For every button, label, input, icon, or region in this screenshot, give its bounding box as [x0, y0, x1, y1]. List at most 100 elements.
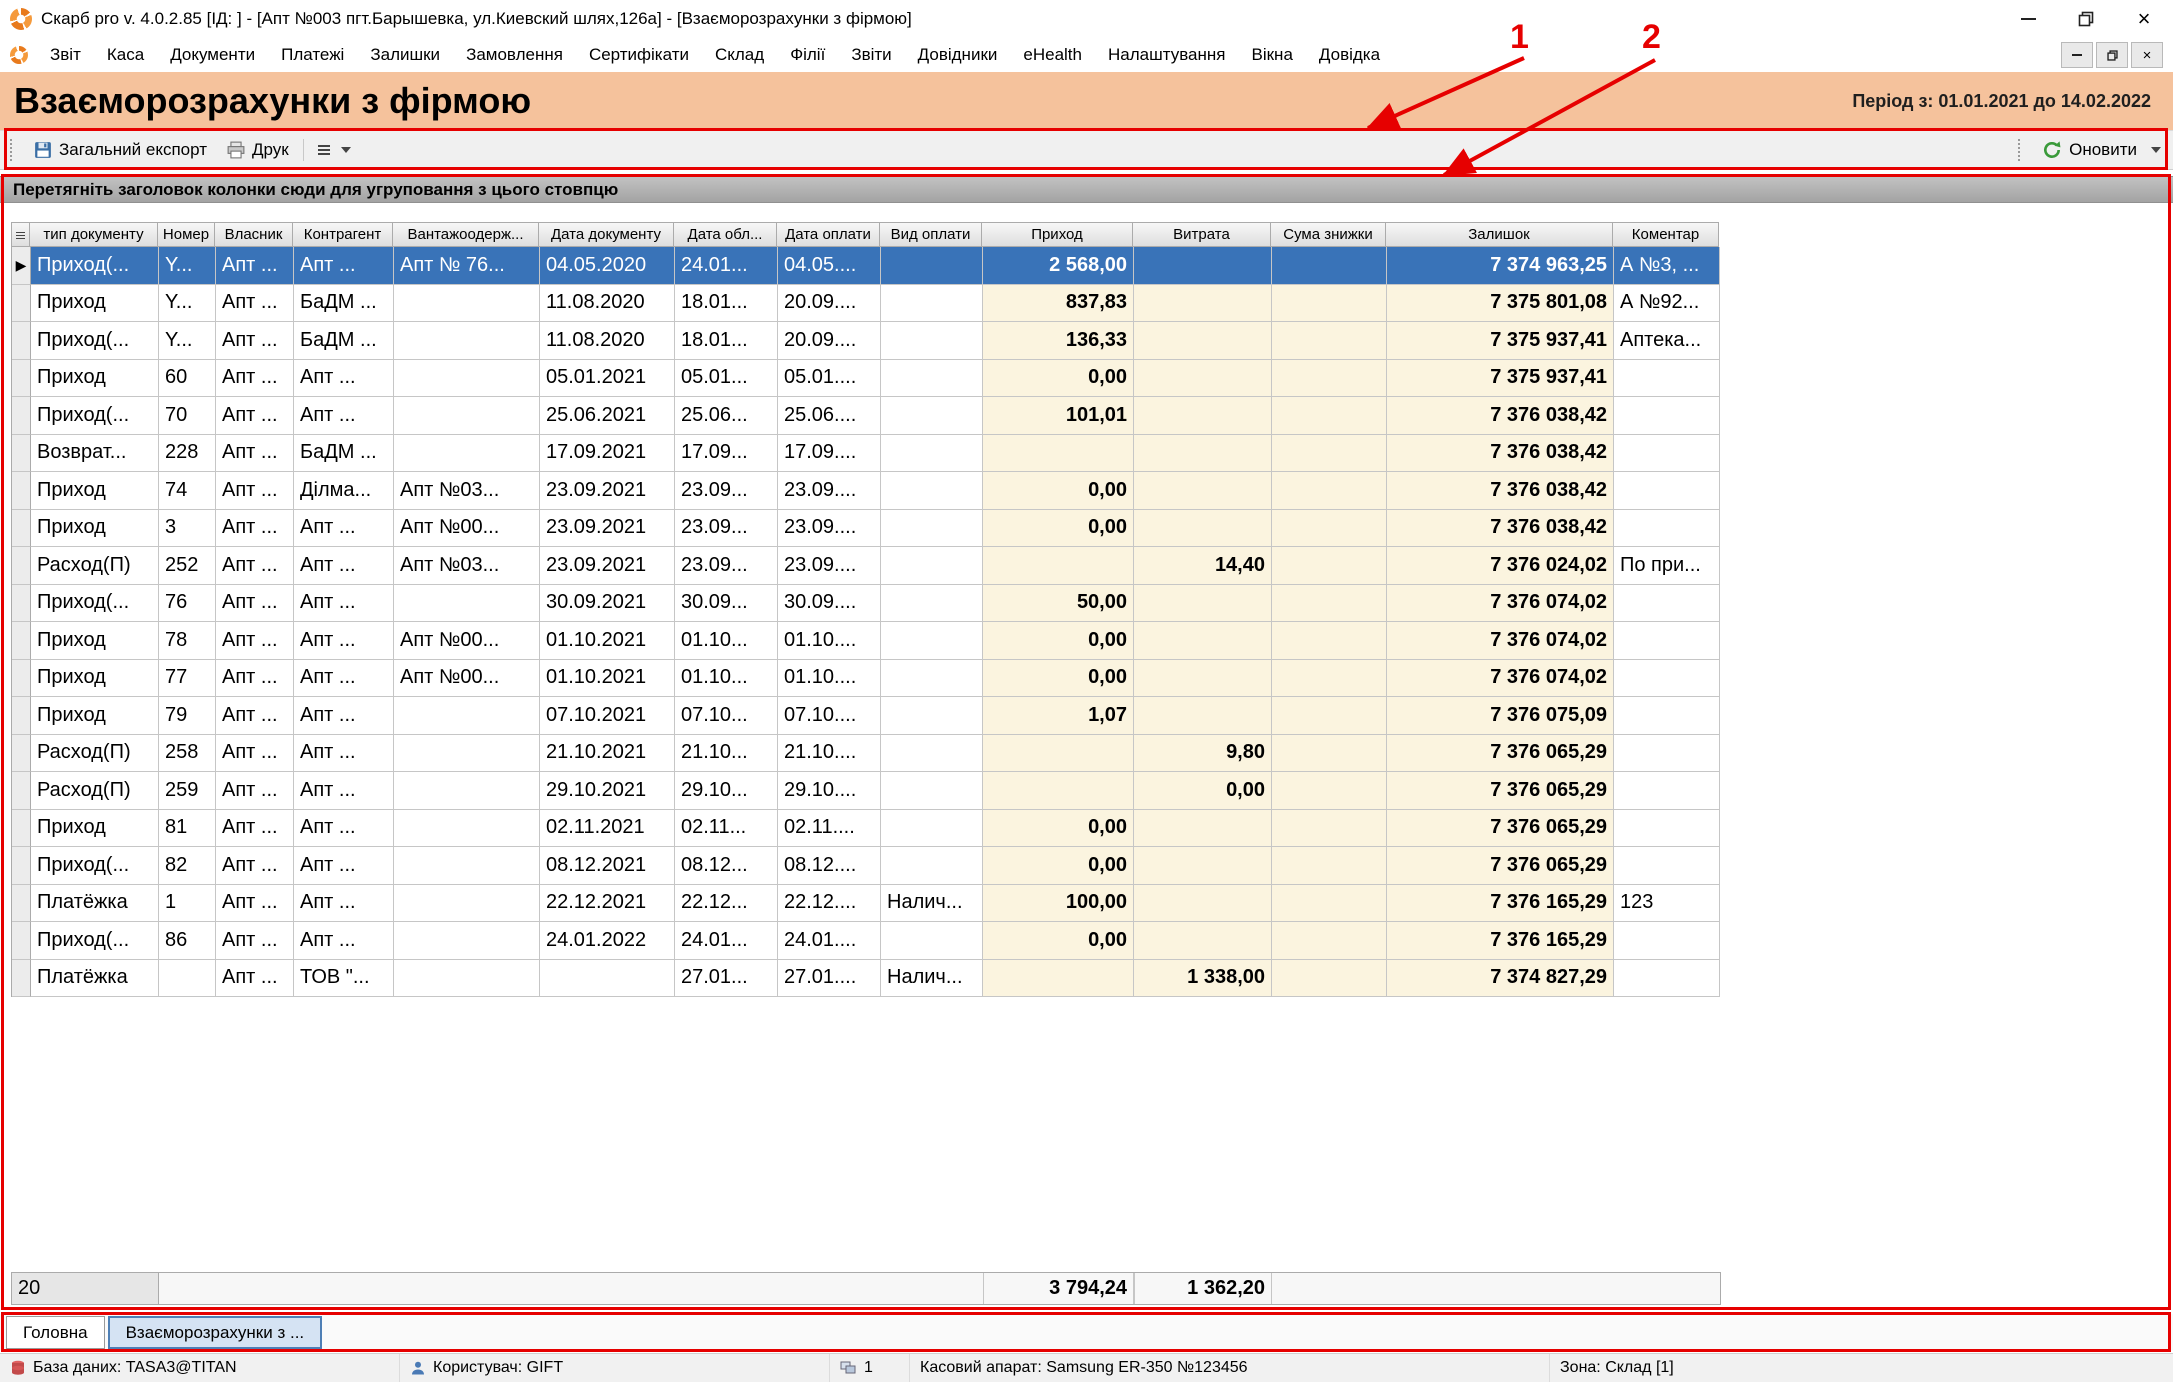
grid-cell[interactable]: Приход(...	[31, 922, 159, 960]
table-row[interactable]: Приход(...70Апт ...Апт ...25.06.202125.0…	[12, 397, 1720, 435]
row-indicator[interactable]	[12, 960, 31, 998]
grid-cell[interactable]: Приход	[31, 360, 159, 398]
grid-cell[interactable]: 29.10.2021	[540, 772, 675, 810]
grid-cell[interactable]: 22.12...	[675, 885, 778, 923]
menu-item[interactable]: Філії	[777, 38, 838, 72]
grid-cell[interactable]	[1134, 435, 1272, 473]
grid-cell[interactable]: Апт ...	[294, 735, 394, 773]
grid-cell[interactable]: 81	[159, 810, 216, 848]
grid-cell[interactable]: Апт ...	[294, 585, 394, 623]
grid-cell[interactable]	[1134, 247, 1272, 285]
grid-cell[interactable]: Апт ...	[216, 922, 294, 960]
grid-cell[interactable]	[881, 247, 983, 285]
grid-cell[interactable]: Приход	[31, 622, 159, 660]
grid-cell[interactable]: 0,00	[983, 360, 1134, 398]
row-indicator[interactable]	[12, 547, 31, 585]
grid-cell[interactable]: Расход(П)	[31, 547, 159, 585]
grid-cell[interactable]	[1272, 322, 1387, 360]
grid-cell[interactable]: ТОВ "...	[294, 960, 394, 998]
grid-cell[interactable]: 05.01.2021	[540, 360, 675, 398]
grid-cell[interactable]: Возврат...	[31, 435, 159, 473]
grid-cell[interactable]: Апт ...	[216, 960, 294, 998]
grid-cell[interactable]	[881, 810, 983, 848]
grid-cell[interactable]: Апт ...	[216, 285, 294, 323]
grid-cell[interactable]	[881, 360, 983, 398]
grid-cell[interactable]	[881, 472, 983, 510]
grid-cell[interactable]	[394, 847, 540, 885]
grid-cell[interactable]	[1134, 885, 1272, 923]
grid-cell[interactable]	[394, 735, 540, 773]
menu-item[interactable]: Замовлення	[453, 38, 576, 72]
grid-cell[interactable]: БаДМ ...	[294, 285, 394, 323]
grid-cell[interactable]	[1614, 622, 1720, 660]
grid-cell[interactable]: Приход	[31, 285, 159, 323]
grid-cell[interactable]: 7 375 937,41	[1387, 322, 1614, 360]
grid-cell[interactable]	[1134, 660, 1272, 698]
grid-cell[interactable]: Апт №00...	[394, 622, 540, 660]
column-chooser-icon[interactable]	[11, 222, 30, 247]
grid-cell[interactable]: 25.06...	[675, 397, 778, 435]
grid-cell[interactable]: Расход(П)	[31, 735, 159, 773]
grid-cell[interactable]	[881, 922, 983, 960]
grid-cell[interactable]: 76	[159, 585, 216, 623]
row-indicator[interactable]	[12, 435, 31, 473]
menu-item[interactable]: Залишки	[357, 38, 453, 72]
grid-cell[interactable]	[1614, 660, 1720, 698]
table-row[interactable]: Возврат...228Апт ...БаДМ ...17.09.202117…	[12, 435, 1720, 473]
grid-cell[interactable]	[983, 547, 1134, 585]
grid-cell[interactable]	[983, 960, 1134, 998]
grid-cell[interactable]: Апт ...	[216, 397, 294, 435]
grid-cell[interactable]: Y...	[159, 247, 216, 285]
grid-cell[interactable]: 77	[159, 660, 216, 698]
grid-cell[interactable]: Апт ...	[294, 885, 394, 923]
grid-cell[interactable]: 79	[159, 697, 216, 735]
grid-cell[interactable]	[1614, 697, 1720, 735]
grid-cell[interactable]: 228	[159, 435, 216, 473]
grid-cell[interactable]	[1272, 510, 1387, 548]
grid-cell[interactable]: Апт ...	[294, 810, 394, 848]
grid-cell[interactable]: 7 376 065,29	[1387, 810, 1614, 848]
grid-cell[interactable]: 30.09....	[778, 585, 881, 623]
grid-cell[interactable]: 01.10.2021	[540, 660, 675, 698]
table-row[interactable]: Расход(П)258Апт ...Апт ...21.10.202121.1…	[12, 735, 1720, 773]
grid-cell[interactable]	[1134, 285, 1272, 323]
grid-cell[interactable]	[1272, 697, 1387, 735]
grid-cell[interactable]: Приход	[31, 660, 159, 698]
grid-cell[interactable]	[1134, 585, 1272, 623]
grid-cell[interactable]: Апт ...	[294, 697, 394, 735]
column-header[interactable]: Витрата	[1133, 222, 1271, 247]
row-indicator[interactable]	[12, 397, 31, 435]
grid-cell[interactable]: Апт №00...	[394, 660, 540, 698]
grid-cell[interactable]: Расход(П)	[31, 772, 159, 810]
close-button[interactable]: ×	[2115, 0, 2173, 38]
grid-cell[interactable]: 14,40	[1134, 547, 1272, 585]
toolbar-grip[interactable]	[10, 139, 16, 161]
table-row[interactable]: Платёжка1Апт ...Апт ...22.12.202122.12..…	[12, 885, 1720, 923]
grid-cell[interactable]	[1614, 360, 1720, 398]
grid-cell[interactable]: 08.12...	[675, 847, 778, 885]
menu-item[interactable]: Налаштування	[1095, 38, 1239, 72]
grid-cell[interactable]: Приход(...	[31, 585, 159, 623]
grid-cell[interactable]: 11.08.2020	[540, 322, 675, 360]
row-indicator[interactable]	[12, 847, 31, 885]
grid-cell[interactable]: Апт ...	[216, 585, 294, 623]
grid-cell[interactable]: 17.09....	[778, 435, 881, 473]
grid-cell[interactable]: 20.09....	[778, 322, 881, 360]
grid-cell[interactable]	[1272, 360, 1387, 398]
grid-cell[interactable]: Апт №03...	[394, 547, 540, 585]
row-indicator[interactable]	[12, 285, 31, 323]
grid-cell[interactable]	[881, 547, 983, 585]
grid-cell[interactable]	[394, 585, 540, 623]
grid-cell[interactable]: Приход	[31, 697, 159, 735]
row-indicator[interactable]	[12, 810, 31, 848]
grid-cell[interactable]: 17.09...	[675, 435, 778, 473]
grid-cell[interactable]: 01.10...	[675, 660, 778, 698]
column-header[interactable]: Контрагент	[293, 222, 393, 247]
grid-cell[interactable]: Приход	[31, 472, 159, 510]
tab-golovna[interactable]: Головна	[6, 1316, 105, 1349]
grid-cell[interactable]	[881, 397, 983, 435]
grid-cell[interactable]: Апт ...	[294, 547, 394, 585]
table-row[interactable]: Приход(...86Апт ...Апт ...24.01.202224.0…	[12, 922, 1720, 960]
menu-item[interactable]: Документи	[157, 38, 268, 72]
column-header[interactable]: Залишок	[1386, 222, 1613, 247]
